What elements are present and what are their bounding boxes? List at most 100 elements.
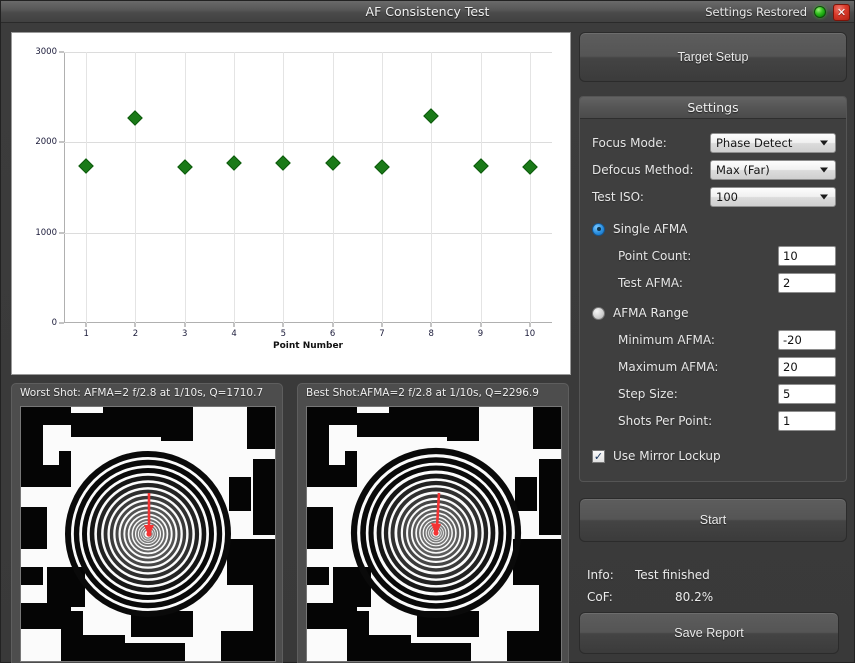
focus-mode-select[interactable]: Phase Detect [710,132,836,153]
afma-range-radio-row[interactable]: AFMA Range [592,300,836,326]
focus-mode-value: Phase Detect [716,135,793,150]
x-tick-label: 5 [280,329,287,339]
window-body: 0 1000 2000 3000 1 2 3 4 5 6 7 8 9 10 Point Number W… [1,23,854,663]
test-iso-select[interactable]: 100 [710,186,836,207]
x-tick-mark [233,323,235,327]
x-tick-label: 3 [182,329,188,339]
point-count-label: Point Count: [618,248,692,263]
gridline [234,52,236,323]
gridline [64,52,552,53]
save-report-button[interactable]: Save Report [579,612,839,654]
step-size-input[interactable]: 5 [778,383,836,404]
start-button[interactable]: Start [579,498,847,542]
test-iso-label: Test ISO: [592,189,644,204]
focus-mode-label: Focus Mode: [592,135,667,150]
x-tick-mark [282,323,284,327]
chevron-down-icon [820,167,828,172]
cof-value: 80.2% [675,590,714,604]
y-tick-label: 0 [51,318,57,328]
shots-per-point-label: Shots Per Point: [618,413,713,428]
test-afma-input[interactable]: 2 [778,272,836,293]
afma-range-label: AFMA Range [613,306,689,320]
step-size-label: Step Size: [618,386,678,401]
gridline [135,52,137,323]
gridline [332,52,334,323]
data-point [324,155,341,171]
info-block: Info: Test finished CoF: 80.2% [579,564,847,608]
chevron-down-icon [820,194,828,199]
mirror-lockup-row[interactable]: Use Mirror Lockup [592,443,836,469]
gridline [64,232,552,234]
info-row: Info: Test finished [587,564,847,586]
focus-mode-row: Focus Mode: Phase Detect [592,129,836,156]
x-tick-label: 1 [83,329,89,339]
target-chart-graphic [21,407,275,661]
defocus-method-select[interactable]: Max (Far) [710,159,836,180]
x-tick-label: 10 [524,329,536,339]
mirror-lockup-checkbox[interactable] [592,449,605,463]
x-tick-label: 7 [379,329,385,339]
settings-group: Settings Focus Mode: Phase Detect Defocu… [579,96,847,482]
data-point [374,159,390,175]
x-tick-mark [134,323,136,327]
gridline [86,52,88,323]
best-shot-caption: Best Shot:AFMA=2 f/2.8 at 1/10s, Q=2296.… [306,387,539,399]
close-icon[interactable]: ✕ [833,3,850,21]
x-tick-mark [381,323,383,327]
gridline [184,52,186,323]
maximum-afma-input[interactable]: 20 [778,356,836,377]
info-key: Info: [587,568,614,582]
data-point [522,158,538,175]
worst-shot-caption: Worst Shot: AFMA=2 f/2.8 at 1/10s, Q=171… [20,387,264,399]
data-point [472,158,489,174]
x-tick-label: 6 [329,329,336,339]
chevron-down-icon [820,140,828,145]
y-tick-mark [59,322,64,324]
worst-shot-panel: Worst Shot: AFMA=2 f/2.8 at 1/10s, Q=171… [11,383,283,663]
test-iso-value: 100 [716,189,738,204]
consistency-chart: 0 1000 2000 3000 1 2 3 4 5 6 7 8 9 10 Point Number [11,32,571,375]
afma-range-radio[interactable] [592,306,605,320]
maximum-afma-row: Maximum AFMA: 20 [592,353,836,380]
target-chart-graphic [307,407,561,661]
shots-per-point-row: Shots Per Point: 1 [592,407,836,434]
gridline [381,52,383,323]
y-tick-mark [59,141,64,143]
data-point [275,154,292,171]
plot-area: 0 1000 2000 3000 1 2 3 4 5 6 7 8 9 10 Point Number [35,47,552,351]
y-tick-label: 1000 [35,227,57,238]
single-afma-radio[interactable] [592,222,605,236]
worst-shot-image[interactable] [20,406,276,662]
single-afma-radio-row[interactable]: Single AFMA [592,216,836,242]
gridline [480,52,482,323]
step-size-row: Step Size: 5 [592,380,836,407]
x-axis-label: Point Number [272,341,343,351]
gridline [431,52,433,323]
cof-row: CoF: 80.2% [587,586,847,608]
defocus-method-value: Max (Far) [716,162,770,177]
app-window: AF Consistency Test Settings Restored ✕ … [0,0,855,663]
x-tick-label: 4 [231,329,237,339]
gridline [64,142,552,144]
target-setup-button[interactable]: Target Setup [579,32,847,82]
shots-per-point-input[interactable]: 1 [778,410,836,431]
data-point [176,158,193,175]
y-axis [64,52,65,323]
x-tick-label: 8 [428,329,434,339]
y-tick-label: 3000 [35,47,57,57]
mirror-lockup-label: Use Mirror Lockup [613,449,721,463]
maximum-afma-label: Maximum AFMA: [618,359,719,374]
x-tick-mark [332,323,334,327]
best-shot-image[interactable] [306,406,562,662]
title-bar: AF Consistency Test Settings Restored ✕ [1,1,854,23]
point-count-input[interactable]: 10 [778,245,836,266]
info-value: Test finished [635,568,710,582]
minimum-afma-input[interactable]: -20 [778,329,836,350]
x-tick-mark [480,323,482,327]
data-point [226,154,242,171]
y-tick-label: 2000 [35,137,57,148]
gridline [529,52,531,323]
x-tick-mark [529,323,531,327]
minimum-afma-label: Minimum AFMA: [618,332,715,347]
minimum-afma-row: Minimum AFMA: -20 [592,326,836,353]
